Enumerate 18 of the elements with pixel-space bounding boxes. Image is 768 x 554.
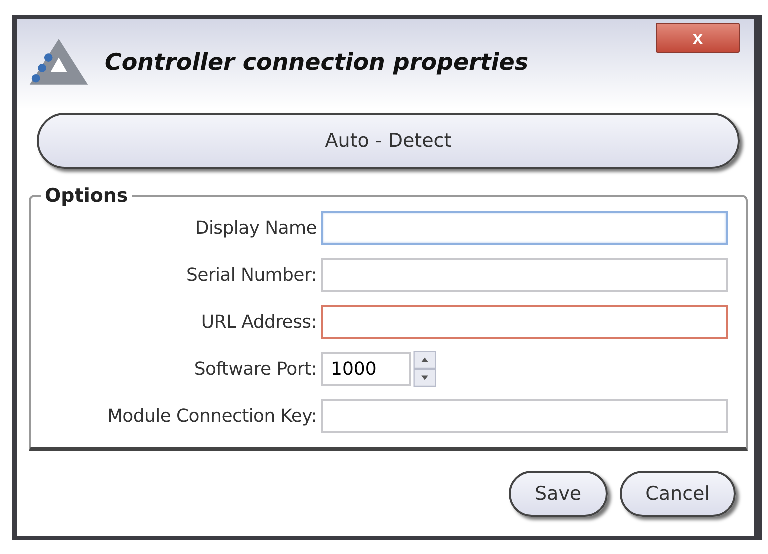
field-label: Display Name (194, 218, 317, 238)
dialog-button[interactable]: Save (508, 470, 608, 516)
group-legend: Options (41, 185, 132, 207)
number-field[interactable]: 1000 (321, 352, 411, 386)
input-field[interactable] (321, 258, 728, 292)
spin-up-button[interactable] (413, 351, 437, 369)
dialog-button[interactable]: Cancel (620, 470, 736, 516)
field-label: Serial Number: (185, 264, 317, 286)
spin-down-button[interactable] (413, 369, 437, 387)
window-title: Controller connection properties (105, 50, 529, 76)
input-field[interactable] (321, 211, 728, 245)
field-label: Software Port: (193, 358, 317, 380)
close-button[interactable]: x (656, 23, 740, 53)
input-field[interactable] (321, 305, 728, 339)
auto-detect-button[interactable]: Auto - Detect (37, 113, 740, 169)
field-label: URL Address: (200, 312, 317, 332)
input-field[interactable] (321, 399, 728, 433)
field-label: Module Connection Key: (106, 406, 317, 426)
